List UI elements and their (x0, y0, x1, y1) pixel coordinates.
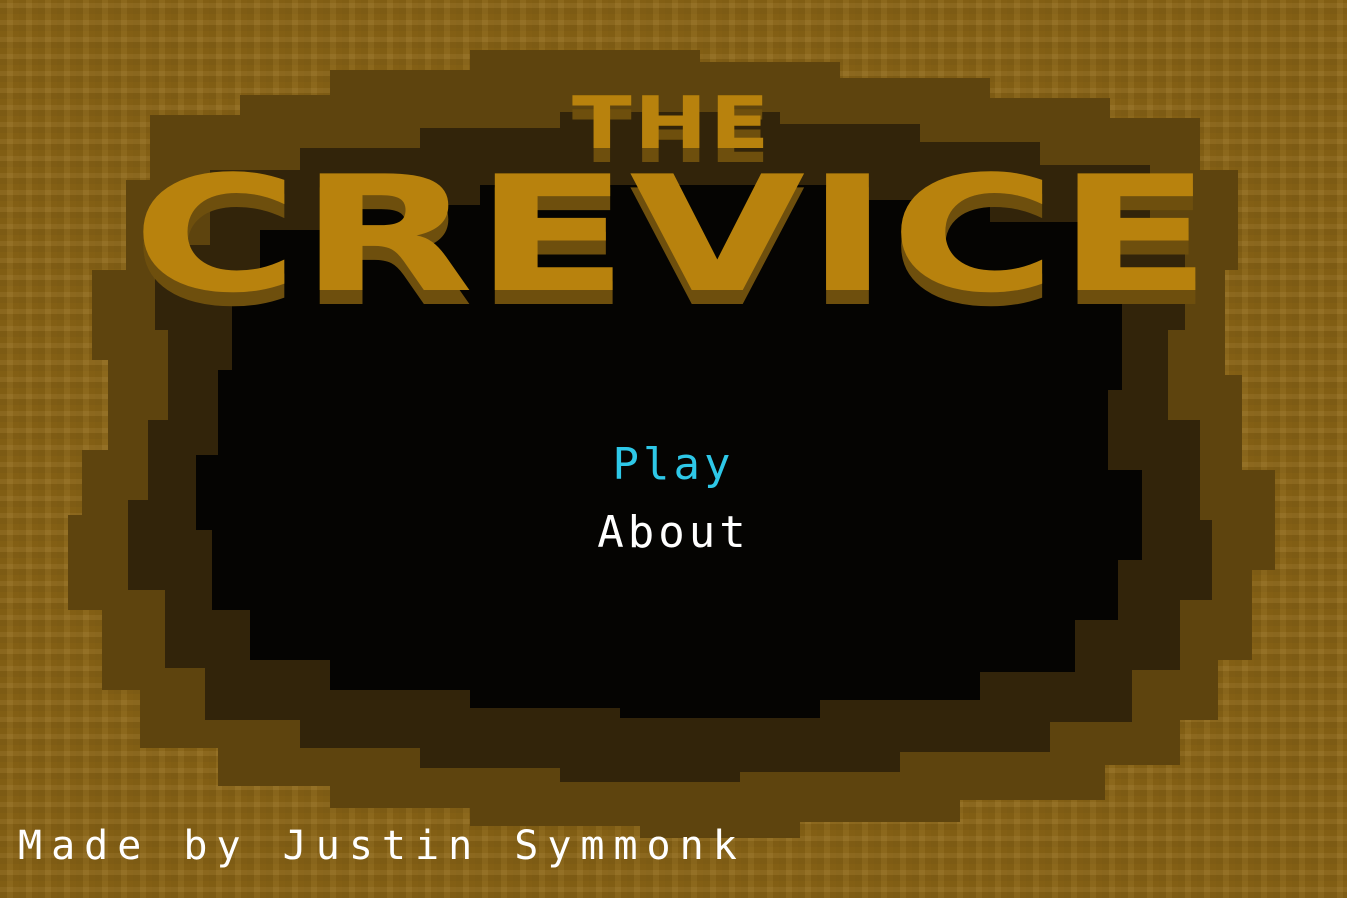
menu-item-about[interactable]: About (0, 511, 1347, 555)
menu-item-play[interactable]: Play (0, 443, 1347, 487)
game-screen: THE CREVICE Play About Made by Justin Sy… (0, 0, 1347, 898)
logo-crevice: CREVICE (132, 141, 1212, 328)
credit-text: Made by Justin Symmonk (18, 823, 746, 869)
